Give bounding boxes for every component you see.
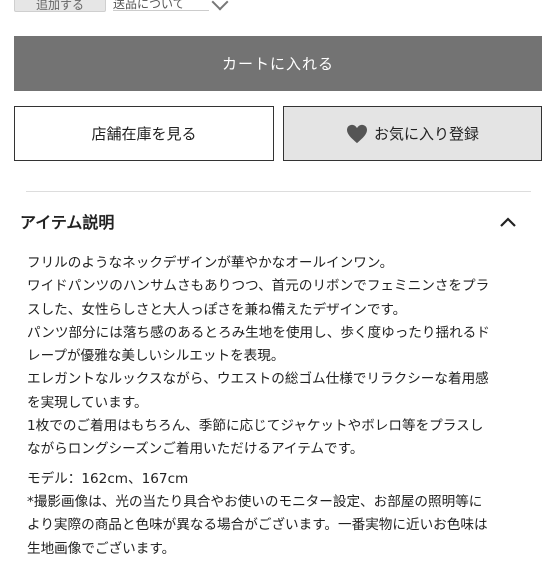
description-line: ワイドパンツのハンサムさもありつつ、首元のリボンでフェミニンさをプラ [27,278,490,295]
add-to-cart-button[interactable]: カートに入れる [14,36,542,91]
item-description-heading: アイテム説明 [20,213,115,232]
favorite-label: お気に入り登録 [373,125,479,143]
add-to-cart-label: カートに入れる [221,55,334,73]
item-description: フリルのようなネックデザインが華やかなオールインワン。 ワイドパンツのハンサムさ… [27,252,537,561]
shipping-info-label: 送品について [113,0,185,11]
description-line: ながらロングシーズンご着用いただけるアイテムです。 [27,441,364,458]
chevron-up-icon[interactable] [496,212,520,232]
quantity-button-label: 追加する [35,0,84,12]
description-line: を実現しています。 [27,394,148,411]
chevron-down-icon[interactable] [211,0,229,11]
description-line: パンツ部分には落ち感のあるとろみ生地を使用し、歩く度ゆったり揺れるド [27,324,490,341]
store-stock-label: 店舗在庫を見る [91,125,197,143]
note-line: *撮影画像は、光の当たり具合やお使いのモニター設定、お部屋の照明等に [27,493,483,510]
description-line: スした、女性らしさと大人っぽさを兼ね備えたデザインです。 [27,301,407,318]
favorite-button[interactable]: お気に入り登録 [283,106,542,161]
description-line: レープが優雅な美しいシルエットを表現。 [27,348,285,365]
model-info: モデル：162cm、167cm [27,470,189,487]
note-line: より実際の商品と色味が異なる場合がございます。一番実物に近いお色味は [27,517,488,534]
note-line: 生地画像でございます。 [27,540,176,557]
store-stock-button[interactable]: 店舗在庫を見る [14,106,274,161]
description-line: 1枚でのご着用はもちろん、季節に応じてジャケットやボレロ等をプラスし [27,418,484,435]
section-divider [26,191,531,192]
top-controls: 追加する 送品について [0,0,555,18]
description-line: フリルのようなネックデザインが華やかなオールインワン。 [27,255,394,271]
description-line: エレガントなルックスながら、ウエストの総ゴム仕様でリラクシーな着用感 [27,371,489,388]
quantity-button[interactable]: 追加する [14,0,106,12]
heart-icon [346,124,367,143]
shipping-info-link[interactable]: 送品について [113,0,209,11]
